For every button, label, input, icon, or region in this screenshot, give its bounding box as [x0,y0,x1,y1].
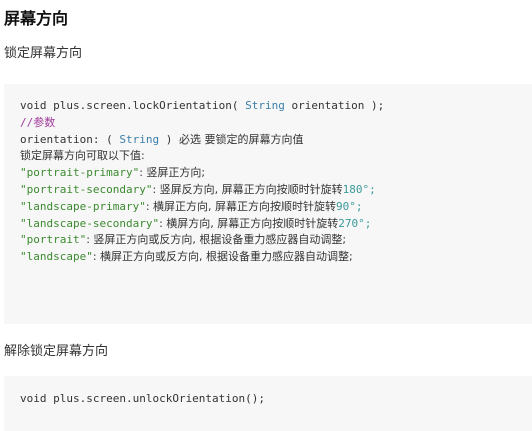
code-value-desc: : 竖屏正方向; [139,166,206,180]
code-value-line: "portrait": 竖屏正方向或反方向, 根据设备重力感应器自动调整; [20,232,532,249]
lock-orientation-code-block: void plus.screen.lockOrientation( String… [4,84,532,324]
code-signature-prefix: void plus.screen.lockOrientation( [20,99,246,112]
code-value-key: "portrait" [20,233,87,247]
code-value-num: 270°; [338,216,372,230]
code-param-desc: 必选 要锁定的屏幕方向值 [178,132,304,146]
lock-orientation-label: 锁定屏幕方向 [4,46,83,61]
code-value-line: "landscape": 横屏正方向或反方向, 根据设备重力感应器自动调整; [20,249,532,266]
code-param-mid: ) [159,132,179,146]
code-value-key: "landscape-secondary" [20,216,160,230]
code-value-line: "landscape-secondary": 横屏方向, 屏幕正方向按顺时针旋转… [20,216,532,233]
code-values-intro: 锁定屏幕方向可取以下值: [20,149,145,163]
doc-page: 屏幕方向 锁定屏幕方向 void plus.screen.lockOrienta… [0,0,532,431]
code-value-key: "landscape" [20,250,93,264]
code-value-num: 180°; [342,182,376,196]
code-param-name: orientation: ( [20,132,120,146]
code-value-desc: : 竖屏正方向或反方向, 根据设备重力感应器自动调整; [86,233,347,247]
code-value-desc: : 横屏方向, 屏幕正方向按顺时针旋转 [159,216,339,230]
code-param-type: String [119,132,160,146]
code-comment-line: //参数 [20,115,56,129]
unlock-orientation-code-block: void plus.screen.unlockOrientation(); [4,376,532,431]
code-value-key: "portrait-primary" [20,166,140,180]
code-value-desc: : 竖屏反方向, 屏幕正方向按顺时针旋转 [152,182,343,196]
code-value-key: "landscape-primary" [20,199,146,213]
code-value-num: 90°; [336,199,363,213]
code-signature-line: void plus.screen.lockOrientation( String… [20,98,532,115]
code-value-line: "portrait-primary": 竖屏正方向; [20,165,532,182]
code-signature-suffix: orientation ); [284,99,385,112]
code-value-key: "portrait-secondary" [20,182,153,196]
code-value-line: "portrait-secondary": 竖屏反方向, 屏幕正方向按顺时针旋转… [20,182,532,199]
code-value-desc: : 横屏正方向, 屏幕正方向按顺时针旋转 [145,199,337,213]
code-value-line: "landscape-primary": 横屏正方向, 屏幕正方向按顺时针旋转9… [20,199,532,216]
code-value-desc: : 横屏正方向或反方向, 根据设备重力感应器自动调整; [92,250,353,264]
section-heading: 屏幕方向 [4,9,69,28]
code-param-line: orientation: ( String ) 必选 要锁定的屏幕方向值 [20,132,532,149]
unlock-orientation-label: 解除锁定屏幕方向 [4,344,109,359]
code-unlock-line: void plus.screen.unlockOrientation(); [20,392,266,405]
code-signature-type: String [245,99,285,112]
